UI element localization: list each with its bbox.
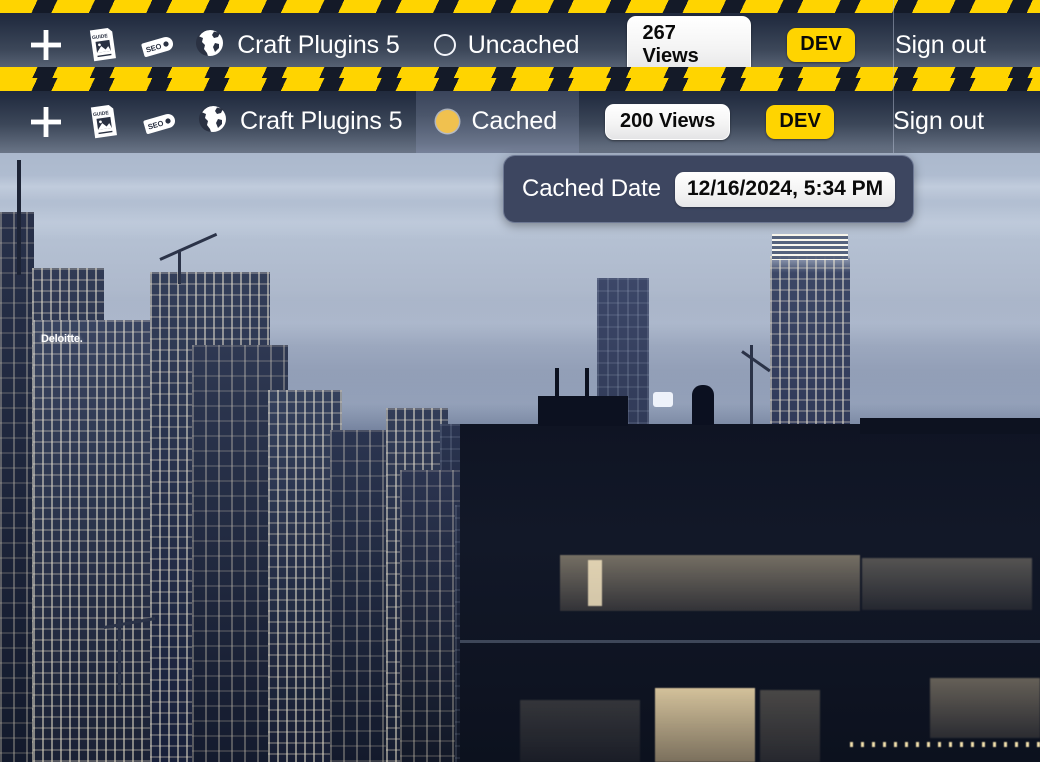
antenna-spire [17, 160, 21, 275]
cache-status-label-uncached: Uncached [467, 30, 580, 59]
rooftop-mast-a [555, 368, 559, 398]
hollow-circle-icon [433, 34, 456, 56]
toolbar-cached: GUIDE SEO Craft Plugins 5 Cached 200 Vie… [0, 78, 1040, 153]
hazard-stripe-top [0, 0, 1040, 13]
crane-mast-left [178, 252, 181, 284]
apartment-upper-interior [560, 555, 860, 611]
crane-jib-right [741, 350, 771, 373]
filled-circle-icon [436, 110, 460, 133]
hazard-stripe-bottom [0, 78, 1040, 91]
toolbar-uncached: GUIDE SEO Craft Plugins 5 Uncached 267 V… [0, 0, 1040, 80]
apartment-lower-right [930, 678, 1040, 738]
seo-tag-button-cached[interactable]: SEO [132, 90, 190, 153]
deloitte-sign: Deloitte. [41, 333, 83, 345]
environment-badge-uncached[interactable]: DEV [787, 28, 855, 62]
site-name-uncached: Craft Plugins 5 [237, 30, 400, 59]
tower-crown [772, 234, 848, 260]
sign-out-button-cached[interactable]: Sign out [893, 107, 1040, 136]
apartment-lower-doorway [655, 688, 755, 762]
guide-document-button-cached[interactable]: GUIDE [74, 90, 132, 153]
apartment-upper-lamp [588, 560, 602, 606]
environment-badge-cached[interactable]: DEV [766, 104, 835, 139]
string-lights [850, 742, 1040, 747]
views-badge-cached[interactable]: 200 Views [605, 103, 731, 140]
apartment-lower-left [520, 700, 640, 762]
cache-status-cached[interactable]: Cached [416, 90, 580, 153]
apartment-lower-interior [760, 690, 820, 762]
crane-mast-low [118, 620, 121, 692]
site-name-cached: Craft Plugins 5 [240, 107, 403, 135]
cached-date-tooltip: Cached Date 12/16/2024, 5:34 PM [503, 155, 915, 223]
rooftop-ledge [860, 418, 1040, 434]
screenshot-root: Deloitte. GUIDE SEO Craft Plugins 5 Unca… [0, 0, 1040, 762]
sign-out-button-uncached[interactable]: Sign out [895, 31, 1040, 60]
globe-icon-cached [198, 104, 228, 139]
rooftop-mast-b [585, 368, 589, 398]
cached-date-value: 12/16/2024, 5:34 PM [675, 171, 896, 207]
crane-jib-left [159, 232, 218, 261]
views-badge-uncached[interactable]: 267 Views [627, 15, 752, 75]
globe-icon [195, 28, 225, 63]
balcony-rail-upper [460, 640, 1040, 643]
cache-status-label-cached: Cached [471, 107, 558, 135]
cached-date-label: Cached Date [522, 175, 661, 202]
rooftop-vent [692, 385, 714, 425]
rooftop-billboard [653, 392, 673, 407]
rooftop-box [538, 396, 628, 426]
add-button-cached[interactable] [18, 90, 74, 153]
site-selector-cached[interactable]: Craft Plugins 5 [190, 90, 416, 153]
building-far-left [0, 212, 34, 762]
apartment-upper-right [862, 558, 1032, 610]
